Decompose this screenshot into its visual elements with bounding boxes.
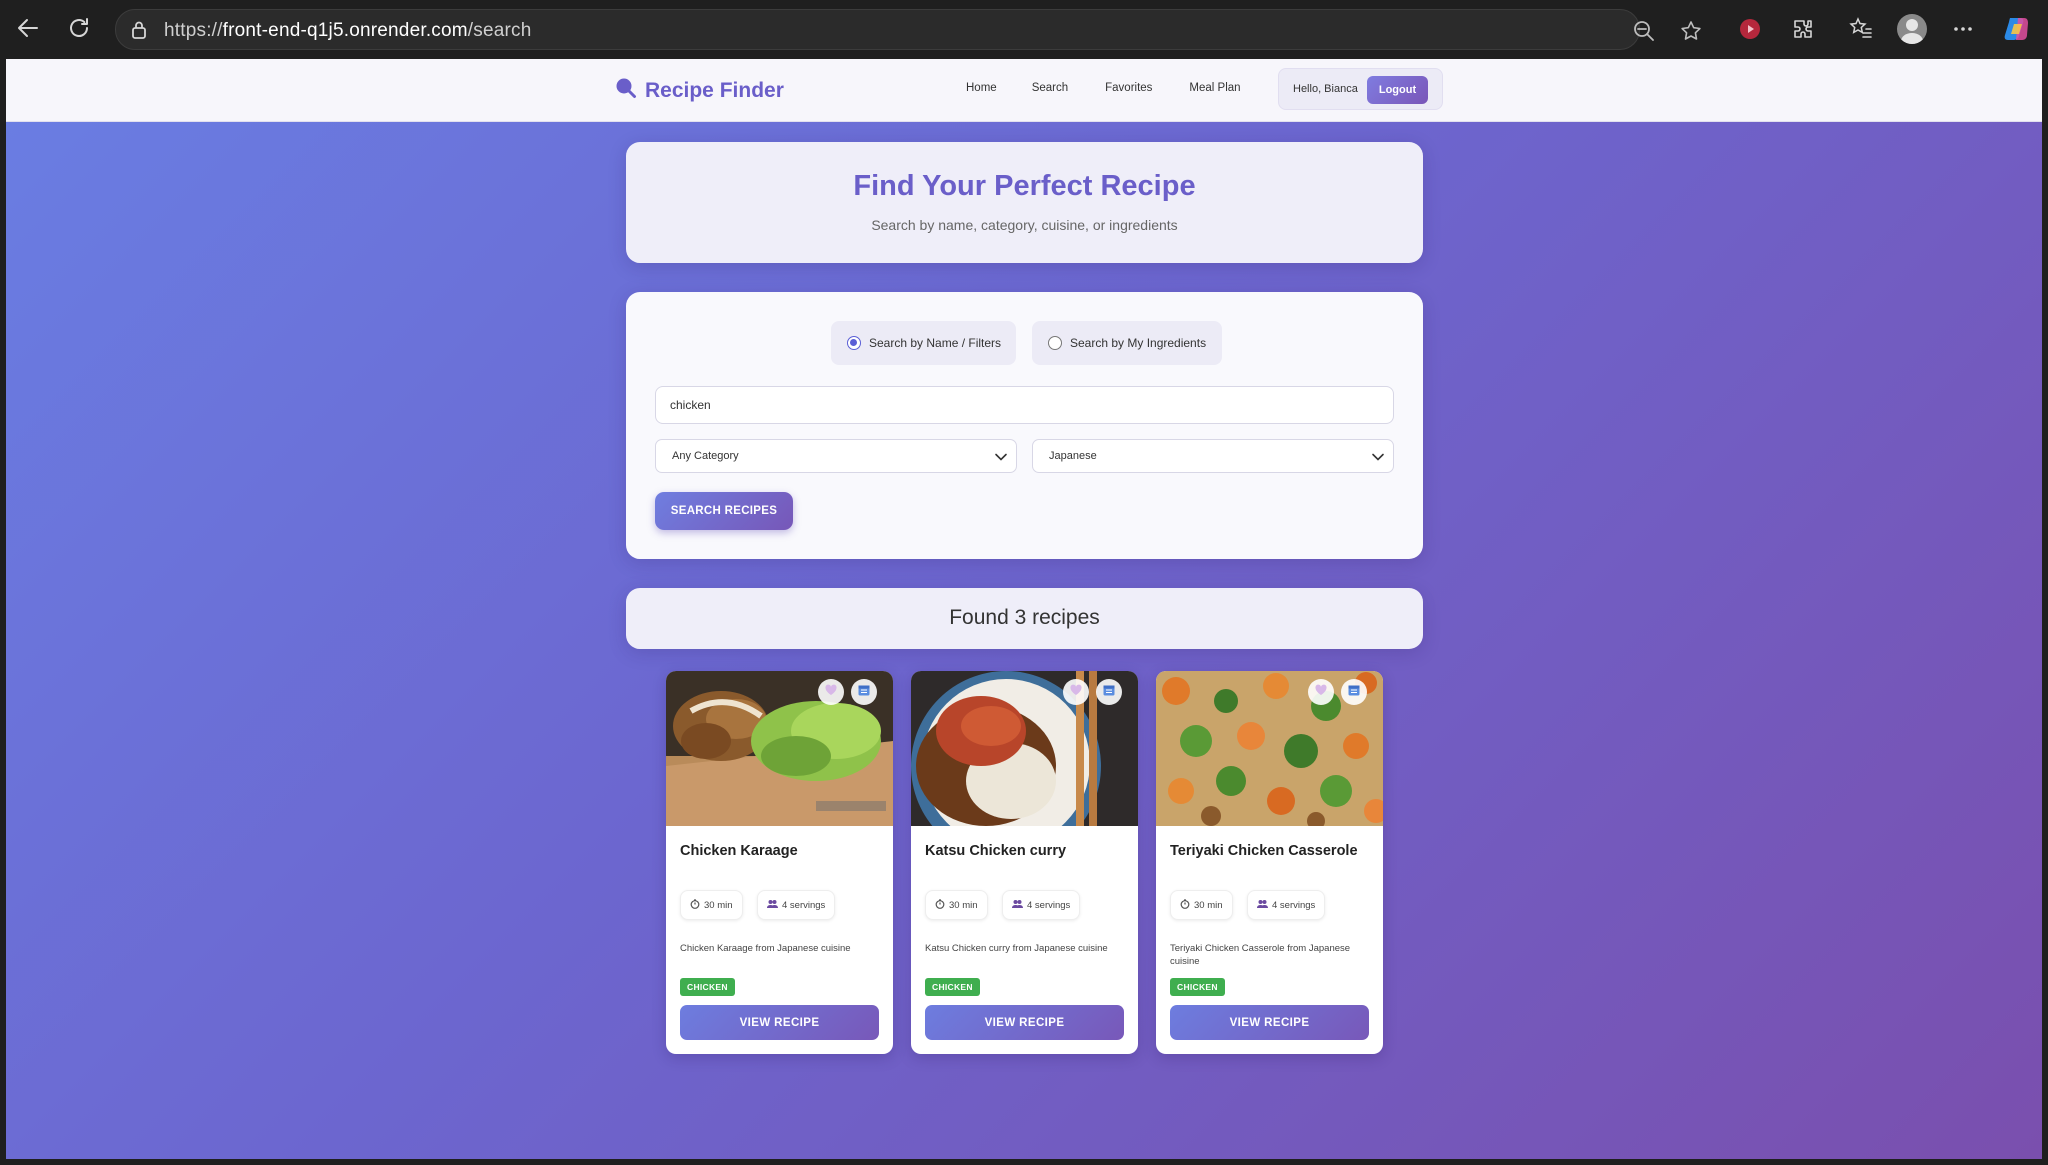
time-chip: 30 min <box>1170 890 1233 920</box>
search-panel: Search by Name / Filters Search by My In… <box>626 292 1423 559</box>
calendar-icon <box>1347 683 1361 702</box>
time-chip: 30 min <box>925 890 988 920</box>
back-icon[interactable] <box>12 12 44 44</box>
recipe-description: Teriyaki Chicken Casserole from Japanese… <box>1170 943 1351 967</box>
user-greeting: Hello, Bianca <box>1293 83 1358 95</box>
heart-icon <box>824 683 838 702</box>
profile-icon[interactable] <box>1896 13 1928 45</box>
zoom-out-icon[interactable] <box>1633 20 1655 47</box>
nav-home[interactable]: Home <box>966 82 997 94</box>
recipe-title[interactable]: Katsu Chicken curry <box>925 843 1066 859</box>
radio-unselected[interactable] <box>1048 336 1062 350</box>
user-box: Hello, Bianca Logout <box>1278 68 1443 110</box>
people-icon <box>1012 899 1023 912</box>
radio-selected[interactable] <box>847 336 861 350</box>
cuisine-select[interactable]: Japanese <box>1032 439 1394 473</box>
recipe-description: Katsu Chicken curry from Japanese cuisin… <box>925 943 1108 954</box>
calendar-icon <box>1102 683 1116 702</box>
calendar-icon <box>857 683 871 702</box>
mode-my-ingredients[interactable]: Search by My Ingredients <box>1032 321 1222 365</box>
chevron-down-icon <box>994 450 1008 467</box>
timer-icon <box>935 898 945 912</box>
app-header: Recipe Finder Home Search Favorites Meal… <box>6 59 2042 122</box>
brand[interactable]: Recipe Finder <box>615 77 784 104</box>
category-select[interactable]: Any Category <box>655 439 1017 473</box>
time-label: 30 min <box>949 899 978 911</box>
favorite-button[interactable] <box>818 679 844 705</box>
page-subtitle: Search by name, category, cuisine, or in… <box>871 217 1178 233</box>
recipe-card[interactable]: Teriyaki Chicken Casserole 30 min 4 serv… <box>1156 671 1383 1054</box>
url-scheme: https:// <box>164 20 223 41</box>
url-host: front-end-q1j5.onrender.com <box>222 20 468 41</box>
browser-toolbar: https://front-end-q1j5.onrender.com/sear… <box>0 0 2048 59</box>
address-bar[interactable]: https://front-end-q1j5.onrender.com/sear… <box>115 9 1701 50</box>
category-value: Any Category <box>672 450 739 462</box>
star-icon[interactable] <box>1680 20 1702 47</box>
brand-name: Recipe Finder <box>645 78 784 102</box>
mode-label: Search by My Ingredients <box>1070 336 1207 350</box>
page-title: Find Your Perfect Recipe <box>853 170 1196 202</box>
url-path: /search <box>467 20 532 41</box>
timer-icon <box>690 898 700 912</box>
recipe-description: Chicken Karaage from Japanese cuisine <box>680 943 851 954</box>
favorite-button[interactable] <box>1308 679 1334 705</box>
servings-chip: 4 servings <box>1002 890 1081 920</box>
nav-meal-plan[interactable]: Meal Plan <box>1189 82 1240 94</box>
servings-chip: 4 servings <box>757 890 836 920</box>
favorite-button[interactable] <box>1063 679 1089 705</box>
mode-label: Search by Name / Filters <box>869 336 1002 350</box>
people-icon <box>767 899 778 912</box>
add-to-meal-plan-button[interactable] <box>1096 679 1122 705</box>
favorites-icon[interactable] <box>1845 13 1877 45</box>
view-recipe-button[interactable]: VIEW RECIPE <box>1170 1005 1369 1040</box>
time-label: 30 min <box>1194 899 1223 911</box>
add-to-meal-plan-button[interactable] <box>1341 679 1367 705</box>
logout-button[interactable]: Logout <box>1367 76 1428 104</box>
search-icon <box>615 77 637 104</box>
recipe-title[interactable]: Teriyaki Chicken Casserole <box>1170 843 1358 859</box>
results-header: Found 3 recipes <box>626 588 1423 649</box>
category-tag: CHICKEN <box>1170 978 1225 996</box>
recipe-card[interactable]: Katsu Chicken curry 30 min 4 servings Ka… <box>911 671 1138 1054</box>
servings-label: 4 servings <box>782 899 826 911</box>
people-icon <box>1257 899 1268 912</box>
recipe-title[interactable]: Chicken Karaage <box>680 843 798 859</box>
recipe-card[interactable]: Chicken Karaage 30 min 4 servings Chicke… <box>666 671 893 1054</box>
servings-chip: 4 servings <box>1247 890 1326 920</box>
add-to-meal-plan-button[interactable] <box>851 679 877 705</box>
extensions-icon[interactable] <box>1787 13 1819 45</box>
search-recipes-button[interactable]: SEARCH RECIPES <box>655 492 793 530</box>
record-icon[interactable] <box>1734 13 1766 45</box>
servings-label: 4 servings <box>1027 899 1071 911</box>
search-query-value: chicken <box>670 398 711 412</box>
time-label: 30 min <box>704 899 733 911</box>
copilot-icon[interactable] <box>2001 13 2033 45</box>
page-viewport: Recipe Finder Home Search Favorites Meal… <box>6 59 2042 1159</box>
category-tag: CHICKEN <box>680 978 735 996</box>
lock-icon[interactable] <box>130 20 148 45</box>
nav-favorites[interactable]: Favorites <box>1105 82 1152 94</box>
time-chip: 30 min <box>680 890 743 920</box>
search-input[interactable]: chicken <box>655 386 1394 424</box>
timer-icon <box>1180 898 1190 912</box>
main-nav: Home Search Favorites Meal Plan <box>966 82 1241 94</box>
mode-name-filters[interactable]: Search by Name / Filters <box>831 321 1016 365</box>
refresh-icon[interactable] <box>63 12 95 44</box>
hero-panel: Find Your Perfect Recipe Search by name,… <box>626 142 1423 263</box>
view-recipe-button[interactable]: VIEW RECIPE <box>680 1005 879 1040</box>
nav-search[interactable]: Search <box>1032 82 1068 94</box>
category-tag: CHICKEN <box>925 978 980 996</box>
chevron-down-icon <box>1371 450 1385 467</box>
results-count: Found 3 recipes <box>949 606 1100 629</box>
servings-label: 4 servings <box>1272 899 1316 911</box>
more-icon[interactable] <box>1947 13 1979 45</box>
heart-icon <box>1314 683 1328 702</box>
heart-icon <box>1069 683 1083 702</box>
url-text[interactable]: https://front-end-q1j5.onrender.com/sear… <box>164 20 532 42</box>
view-recipe-button[interactable]: VIEW RECIPE <box>925 1005 1124 1040</box>
cuisine-value: Japanese <box>1049 450 1097 462</box>
